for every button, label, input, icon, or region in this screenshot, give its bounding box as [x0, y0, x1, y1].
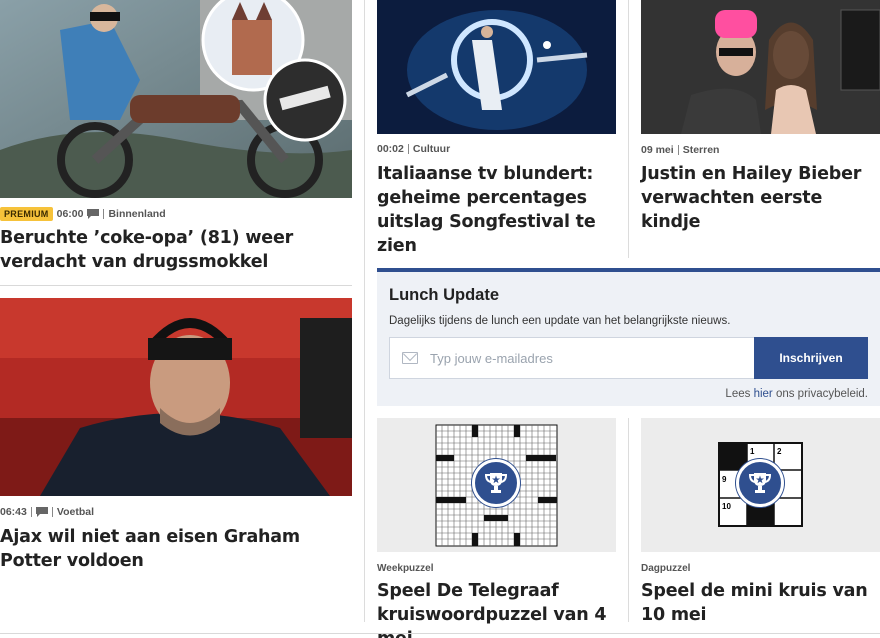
- trophy-icon: [736, 459, 784, 507]
- column-divider: [628, 418, 629, 622]
- meta-separator: [103, 209, 105, 219]
- puzzle-title-link[interactable]: Speel de mini kruis van 10 mei: [641, 581, 868, 625]
- privacy-notice: Lees hier ons privacybeleid.: [725, 388, 868, 400]
- grid-number: 10: [722, 502, 731, 511]
- article-time: 00:02: [377, 143, 404, 155]
- article-image-motorcycle[interactable]: [0, 0, 352, 198]
- article-section[interactable]: Sterren: [683, 144, 720, 156]
- article-time: 06:00: [56, 208, 84, 220]
- meta-separator: [407, 144, 409, 154]
- puzzle-image-dagpuzzel[interactable]: 1 2 9 10: [641, 418, 880, 552]
- article-title[interactable]: Justin en Hailey Bieber verwachten eerst…: [641, 162, 880, 234]
- grid-number: 1: [750, 447, 755, 456]
- article-image-bieber[interactable]: [641, 0, 880, 134]
- premium-badge: PREMIUM: [0, 207, 53, 221]
- grid-number: 9: [722, 475, 727, 484]
- newsletter-description: Dagelijks tijdens de lunch een update va…: [389, 315, 731, 327]
- article-time: 09 mei: [641, 144, 674, 156]
- meta-separator: [30, 507, 32, 517]
- puzzle-title-link[interactable]: Speel De Telegraaf kruiswoordpuzzel van …: [377, 581, 607, 638]
- puzzle-image-weekpuzzel[interactable]: [377, 418, 616, 552]
- privacy-text: ons privacybeleid.: [772, 388, 868, 400]
- meta-separator: [51, 507, 53, 517]
- article-image-graham-potter[interactable]: [0, 298, 352, 496]
- article-meta: PREMIUM 06:00 Binnenland: [0, 207, 166, 221]
- article-title[interactable]: Beruchte ’coke-opa’ (81) weer verdacht v…: [0, 226, 350, 274]
- subscribe-button[interactable]: Inschrijven: [754, 337, 868, 379]
- mail-icon: [402, 352, 418, 364]
- article-meta: 06:43 Voetbal: [0, 506, 94, 518]
- article-title-link[interactable]: Beruchte ’coke-opa’ (81) weer verdacht v…: [0, 228, 293, 272]
- newsletter-title: Lunch Update: [389, 286, 499, 304]
- article-section[interactable]: Binnenland: [108, 208, 165, 220]
- article-divider: [0, 285, 352, 286]
- privacy-text: Lees: [725, 388, 754, 400]
- newsletter-signup: Lunch Update Dagelijks tijdens de lunch …: [377, 268, 880, 406]
- article-time: 06:43: [0, 506, 27, 518]
- puzzle-title[interactable]: Speel de mini kruis van 10 mei: [641, 579, 880, 627]
- article-section[interactable]: Voetbal: [57, 506, 94, 518]
- grid-number: 2: [777, 447, 782, 456]
- article-meta: 09 mei Sterren: [641, 144, 719, 156]
- column-divider: [364, 0, 365, 622]
- article-meta: 00:02 Cultuur: [377, 143, 450, 155]
- puzzle-title[interactable]: Speel De Telegraaf kruiswoordpuzzel van …: [377, 579, 617, 638]
- article-image-songfestival[interactable]: [377, 0, 616, 134]
- article-title-link[interactable]: Italiaanse tv blundert: geheime percenta…: [377, 164, 596, 256]
- article-section[interactable]: Cultuur: [413, 143, 450, 155]
- puzzle-label: Weekpuzzel: [377, 563, 434, 574]
- article-title-link[interactable]: Justin en Hailey Bieber verwachten eerst…: [641, 164, 861, 232]
- comment-icon[interactable]: [35, 507, 48, 517]
- trophy-icon: [472, 459, 520, 507]
- section-divider: [0, 633, 880, 634]
- puzzle-label: Dagpuzzel: [641, 563, 691, 574]
- column-divider: [628, 0, 629, 258]
- article-title-link[interactable]: Ajax wil niet aan eisen Graham Potter vo…: [0, 527, 300, 571]
- email-field[interactable]: [389, 337, 754, 379]
- article-title[interactable]: Ajax wil niet aan eisen Graham Potter vo…: [0, 525, 350, 573]
- privacy-link[interactable]: hier: [754, 388, 773, 400]
- article-title[interactable]: Italiaanse tv blundert: geheime percenta…: [377, 162, 617, 258]
- comment-icon[interactable]: [87, 209, 100, 219]
- meta-separator: [677, 145, 679, 155]
